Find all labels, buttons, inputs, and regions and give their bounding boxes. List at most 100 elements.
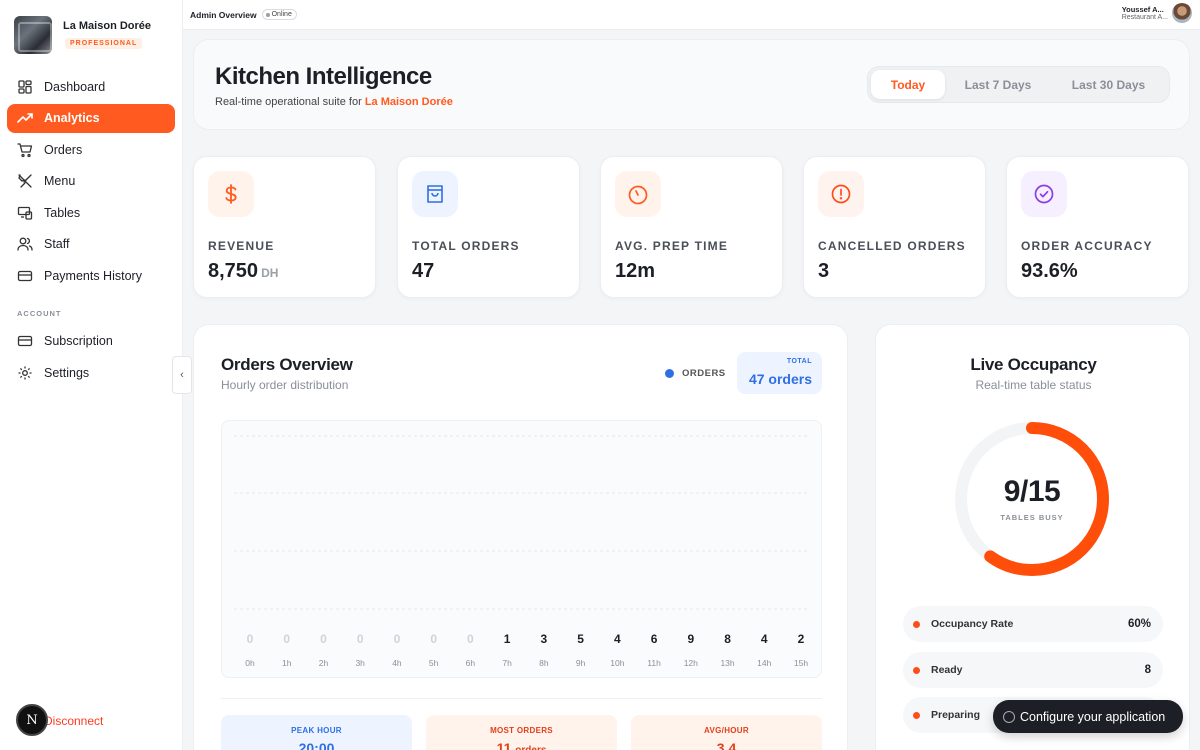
chart-legend: ORDERS [665,368,726,379]
sidebar-item-label: Menu [44,174,76,189]
sidebar-item-label: Analytics [44,111,100,126]
row-value: 60% [1127,618,1151,630]
subtitle-prefix: Real-time operational suite for [215,96,362,108]
sidebar: La Maison Dorée PROFESSIONAL Dashboard A… [0,0,183,750]
stat-label: TOTAL ORDERS [412,239,520,253]
account-section-label: ACCOUNT [17,308,62,318]
stat-label: REVENUE [208,239,275,253]
data-label: 8 [724,632,731,646]
stat-value: 47 [412,260,435,282]
sidebar-item-dashboard[interactable]: Dashboard [7,72,175,101]
x-tick-label: 0h [245,658,255,668]
data-label: 2 [798,632,805,646]
stat-value: 8,750 DH [208,260,278,283]
sidebar-item-payments-history[interactable]: Payments History [7,262,175,291]
summary-value: 3.4 [716,740,737,750]
stat-label: AVG. PREP TIME [615,239,729,253]
orders-overview-title: Orders Overview [221,355,353,374]
range-30-days-button[interactable]: Last 30 Days [1051,70,1166,99]
sidebar-item-menu[interactable]: Menu [7,167,175,196]
legend-label: ORDERS [682,368,726,379]
configure-app-button[interactable]: Configure your application [993,700,1183,733]
disconnect-button[interactable]: Disconnect [44,714,103,728]
summary-value: 20:00 [298,740,335,750]
data-label: 5 [577,632,584,646]
brand[interactable]: La Maison Dorée PROFESSIONAL [0,0,182,56]
stat-card-avg-prep-time: AVG. PREP TIME 12m [600,156,783,298]
stat-card-cancelled-orders: CANCELLED ORDERS 3 [803,156,986,298]
status-dot [913,711,920,719]
data-label: 0 [467,632,474,646]
total-value: 47 orders [748,371,812,387]
sidebar-item-settings[interactable]: Settings [7,358,175,387]
summary-peak-hour: PEAK HOUR 20:00 [221,715,412,750]
summary-avg-hour: AVG/HOUR 3.4 [631,715,822,750]
chart-svg: 0 0h 0 1h 0 2h 0 3h 0 4h 0 5h 0 6h 1 7h 3 8h 5 9h 4 10h 6 11h 9 1… [234,435,810,668]
sidebar-item-subscription[interactable]: Subscription [7,327,175,356]
x-tick-label: 7h [502,658,512,668]
data-label: 0 [247,632,254,646]
user-name: Youssef A... [1121,5,1164,14]
configure-label: Configure your application [1020,709,1166,724]
sidebar-item-label: Staff [44,237,70,252]
occupancy-subtitle: Real-time table status [975,378,1092,392]
date-range-selector: Today Last 7 Days Last 30 Days [867,66,1170,103]
occupancy-title: Live Occupancy [970,355,1097,374]
online-status-badge: Online [261,9,297,20]
sidebar-item-staff[interactable]: Staff [7,230,175,259]
sidebar-item-analytics[interactable]: Analytics [7,103,175,133]
live-occupancy-card: Live Occupancy Real-time table status 9/… [875,324,1190,750]
row-value: 8 [1144,664,1151,676]
shopping-bag-icon [412,171,458,217]
collapse-sidebar-button[interactable]: ‹ [172,356,192,394]
total-orders-badge: TOTAL 47 orders [737,352,822,394]
x-tick-label: 14h [757,658,771,668]
sidebar-item-label: Orders [44,142,83,157]
status-dot [913,620,920,628]
legend-dot [665,369,674,378]
x-tick-label: 15h [794,658,808,668]
stat-value: 93.6% [1021,260,1078,282]
sidebar-item-tables[interactable]: Tables [7,198,175,227]
summary-number: 11 [496,740,512,750]
range-today-button[interactable]: Today [871,70,945,99]
x-tick-label: 6h [466,658,476,668]
total-label: TOTAL [786,358,812,365]
users-icon [17,236,33,252]
sidebar-item-orders[interactable]: Orders [7,135,175,164]
n-logo-badge[interactable]: N [16,704,48,736]
data-label: 3 [541,632,548,646]
summary-unit: orders [515,745,546,750]
x-tick-label: 1h [282,658,292,668]
divider [221,698,822,699]
x-tick-label: 9h [576,658,586,668]
stat-card-revenue: REVENUE 8,750 DH [193,156,376,298]
row-label: Ready [931,664,963,676]
tables-icon [17,205,33,221]
card-icon [17,333,33,349]
stat-card-total-orders: TOTAL ORDERS 47 [397,156,580,298]
range-7-days-button[interactable]: Last 7 Days [945,70,1051,99]
data-label: 9 [687,632,694,646]
data-label: 0 [394,632,401,646]
avatar[interactable] [1172,3,1192,23]
currency-unit: DH [261,266,279,280]
tables-busy-value: 9/15 [1003,475,1061,508]
summary-label: PEAK HOUR [291,726,342,735]
user-menu[interactable]: Youssef A... Restaurant A... [1122,3,1192,23]
restaurant-name: La Maison Dorée [63,20,152,32]
data-label: 0 [430,632,437,646]
trending-up-icon [17,110,33,126]
sidebar-item-label: Subscription [44,334,113,349]
data-label: 1 [504,632,511,646]
gear-icon [17,365,33,381]
cart-icon [17,142,33,158]
page-subtitle: Real-time operational suite for La Maiso… [215,96,453,108]
restaurant-logo [14,16,52,54]
chevron-left-icon: ‹ [180,369,184,381]
x-tick-label: 10h [610,658,624,668]
tables-busy-label: TABLES BUSY [1000,513,1064,522]
x-tick-label: 8h [539,658,549,668]
data-label: 0 [357,632,364,646]
plan-badge: PROFESSIONAL [65,38,143,49]
